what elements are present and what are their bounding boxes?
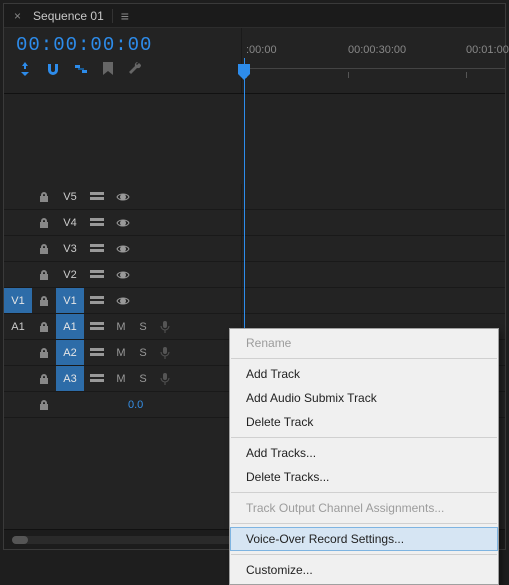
toggle-track-output-icon[interactable]: [110, 270, 136, 280]
source-patch[interactable]: [4, 236, 32, 261]
panel-title: Sequence 01: [27, 9, 110, 23]
header-left: 00:00:00:00: [4, 28, 242, 93]
menu-track-output-assignments: Track Output Channel Assignments...: [230, 496, 498, 520]
sync-lock-icon[interactable]: [84, 192, 110, 202]
divider: [112, 9, 113, 23]
panel-menu-button[interactable]: ≡: [115, 8, 135, 24]
menu-add-audio-submix-track[interactable]: Add Audio Submix Track: [230, 386, 498, 410]
sync-lock-icon[interactable]: [84, 270, 110, 280]
toggle-track-output-icon[interactable]: [110, 218, 136, 228]
track-target[interactable]: V5: [56, 184, 84, 209]
track-target[interactable]: V4: [56, 210, 84, 235]
track-target[interactable]: V1: [56, 288, 84, 313]
source-patch[interactable]: A1: [4, 314, 32, 339]
solo-button[interactable]: S: [132, 347, 154, 359]
lock-icon[interactable]: [32, 269, 56, 281]
sync-lock-icon[interactable]: [84, 218, 110, 228]
lock-icon[interactable]: [32, 217, 56, 229]
master-level-value[interactable]: 0.0: [128, 399, 143, 411]
voiceover-record-icon[interactable]: [154, 321, 176, 333]
video-track-row[interactable]: V5: [4, 184, 505, 210]
track-target[interactable]: A1: [56, 314, 84, 339]
lock-icon[interactable]: [32, 295, 56, 307]
solo-button[interactable]: S: [132, 321, 154, 333]
lock-icon[interactable]: [32, 243, 56, 255]
ruler-baseline: [242, 68, 505, 69]
ruler-tick: 00:00:30:00: [348, 44, 406, 56]
menu-separator: [231, 492, 497, 493]
timeline-toolbar: [14, 62, 231, 76]
ruler-tick: 00:01:00: [466, 44, 509, 56]
menu-separator: [231, 437, 497, 438]
source-patch[interactable]: [4, 340, 32, 365]
panel-body: 00:00:00:00: [4, 28, 505, 549]
lock-icon[interactable]: [32, 321, 56, 333]
video-track-row[interactable]: V2: [4, 262, 505, 288]
timeline-header: 00:00:00:00: [4, 28, 505, 94]
sync-lock-icon[interactable]: [84, 322, 110, 332]
menu-add-tracks[interactable]: Add Tracks...: [230, 441, 498, 465]
playhead-timecode[interactable]: 00:00:00:00: [16, 34, 231, 56]
source-patch[interactable]: V1: [4, 288, 32, 313]
source-patch[interactable]: [4, 210, 32, 235]
toggle-track-output-icon[interactable]: [110, 296, 136, 306]
close-panel-button[interactable]: ×: [8, 9, 27, 23]
track-target[interactable]: V2: [56, 262, 84, 287]
menu-separator: [231, 554, 497, 555]
mute-button[interactable]: M: [110, 321, 132, 333]
mute-button[interactable]: M: [110, 347, 132, 359]
sync-lock-icon[interactable]: [84, 244, 110, 254]
video-track-row[interactable]: V1 V1: [4, 288, 505, 314]
menu-rename: Rename: [230, 331, 498, 355]
time-ruler-area[interactable]: :00:00 00:00:30:00 00:01:00: [242, 28, 505, 93]
video-track-row[interactable]: V4: [4, 210, 505, 236]
insert-overwrite-icon[interactable]: [18, 62, 32, 76]
track-target[interactable]: A3: [56, 366, 84, 391]
time-ruler[interactable]: :00:00 00:00:30:00 00:01:00: [242, 44, 505, 68]
lock-icon[interactable]: [32, 399, 56, 411]
sync-lock-icon[interactable]: [84, 374, 110, 384]
sync-lock-icon[interactable]: [84, 348, 110, 358]
snap-icon[interactable]: [46, 62, 60, 76]
track-target[interactable]: A2: [56, 340, 84, 365]
lock-icon[interactable]: [32, 191, 56, 203]
voiceover-record-icon[interactable]: [154, 347, 176, 359]
voiceover-record-icon[interactable]: [154, 373, 176, 385]
solo-button[interactable]: S: [132, 373, 154, 385]
menu-separator: [231, 358, 497, 359]
track-context-menu: Rename Add Track Add Audio Submix Track …: [229, 328, 499, 585]
track-target[interactable]: V3: [56, 236, 84, 261]
video-track-row[interactable]: V3: [4, 236, 505, 262]
sync-lock-icon[interactable]: [84, 296, 110, 306]
ruler-tick: :00:00: [246, 44, 277, 56]
menu-delete-tracks[interactable]: Delete Tracks...: [230, 465, 498, 489]
timeline-panel: × Sequence 01 ≡ 00:00:00:00: [3, 3, 506, 550]
lock-icon[interactable]: [32, 347, 56, 359]
source-patch[interactable]: [4, 262, 32, 287]
menu-delete-track[interactable]: Delete Track: [230, 410, 498, 434]
menu-customize[interactable]: Customize...: [230, 558, 498, 582]
track-spacer: [4, 94, 505, 184]
markers-icon[interactable]: [102, 62, 114, 76]
toggle-track-output-icon[interactable]: [110, 244, 136, 254]
menu-add-track[interactable]: Add Track: [230, 362, 498, 386]
toggle-track-output-icon[interactable]: [110, 192, 136, 202]
panel-titlebar: × Sequence 01 ≡: [4, 4, 505, 28]
lock-icon[interactable]: [32, 373, 56, 385]
menu-voiceover-record-settings[interactable]: Voice-Over Record Settings...: [230, 527, 498, 551]
source-patch[interactable]: [4, 392, 32, 417]
linked-selection-icon[interactable]: [74, 62, 88, 76]
settings-wrench-icon[interactable]: [128, 62, 142, 76]
source-patch[interactable]: [4, 366, 32, 391]
mute-button[interactable]: M: [110, 373, 132, 385]
source-patch[interactable]: [4, 184, 32, 209]
menu-separator: [231, 523, 497, 524]
scrollbar-thumb[interactable]: [12, 536, 28, 544]
